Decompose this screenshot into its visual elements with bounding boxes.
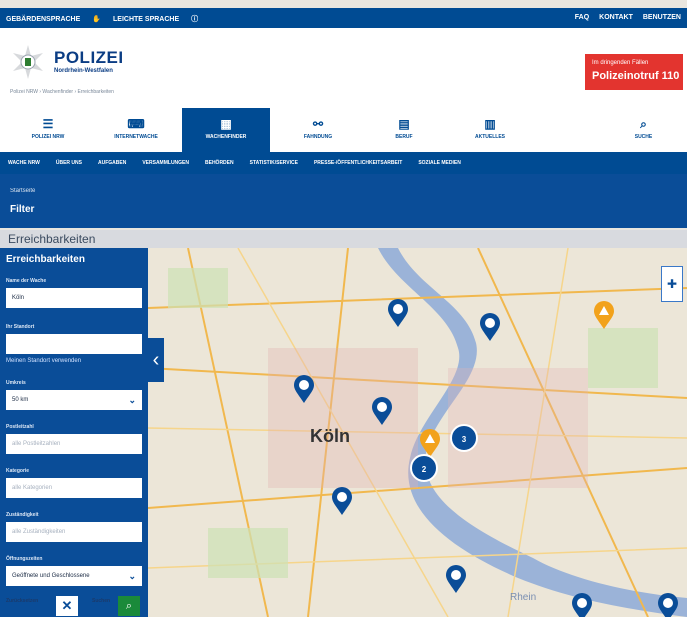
search-label: Suchen bbox=[92, 598, 111, 604]
search-icon: ⌕ bbox=[125, 600, 133, 612]
subnav-item[interactable]: WACHE NRW bbox=[8, 160, 40, 166]
filter-sidebar: Erreichbarkeiten Name der Wache Köln Ihr… bbox=[0, 248, 148, 617]
hours-label: Öffnungszeiten bbox=[6, 556, 43, 562]
marker-cluster[interactable]: 3 bbox=[450, 424, 478, 452]
marker-cluster[interactable]: 2 bbox=[410, 454, 438, 482]
nav-aktuelles[interactable]: ▥ AKTUELLES bbox=[442, 108, 538, 152]
subnav-item[interactable]: VERSAMMLUNGEN bbox=[142, 160, 189, 166]
subnav-item[interactable]: AUFGABEN bbox=[98, 160, 126, 166]
nav-label: INTERNETWACHE bbox=[114, 134, 158, 140]
easy-language-link[interactable]: LEICHTE SPRACHE bbox=[113, 16, 179, 23]
map[interactable]: Köln Rhein 3 2 ✚ bbox=[148, 248, 687, 617]
search-button[interactable]: ⌕ bbox=[118, 596, 140, 616]
building-icon: ▦ bbox=[220, 117, 232, 131]
police-station-marker[interactable] bbox=[370, 396, 394, 426]
police-station-marker[interactable] bbox=[386, 298, 410, 328]
hours-select[interactable]: Geöffnete und Geschlossene ⌄ bbox=[6, 566, 142, 586]
chevron-down-icon: ⌄ bbox=[128, 571, 136, 581]
contact-link[interactable]: KONTAKT bbox=[599, 14, 633, 21]
close-icon: ✕ bbox=[61, 598, 73, 613]
sign-language-link[interactable]: GEBÄRDENSPRACHE bbox=[6, 16, 80, 23]
faq-link[interactable]: FAQ bbox=[575, 14, 589, 21]
cuffs-icon: ⚯ bbox=[312, 117, 324, 131]
usage-link[interactable]: BENUTZEN bbox=[643, 14, 681, 21]
radius-label: Umkreis bbox=[6, 380, 26, 386]
nav-label: SUCHE bbox=[634, 134, 653, 140]
police-station-marker[interactable] bbox=[570, 592, 594, 617]
emergency-box: Im dringenden Fällen Polizeinotruf 110 bbox=[585, 54, 683, 90]
hours-value: Geöffnete und Geschlossene bbox=[12, 573, 90, 579]
nav-label: FAHNDUNG bbox=[303, 134, 333, 140]
use-location-link[interactable]: Meinen Standort verwenden bbox=[6, 358, 81, 364]
site-header: POLIZEI Nordrhein-Westfalen Polizei NRW … bbox=[0, 28, 687, 108]
subnav-item[interactable]: STATISTIK/SERVICE bbox=[250, 160, 298, 166]
subnav-item[interactable]: PRESSE-/ÖFFENTLICHKEITSARBEIT bbox=[314, 160, 402, 166]
info-icon: ⓘ bbox=[191, 16, 199, 23]
responsibility-label: Zuständigkeit bbox=[6, 512, 39, 518]
keyboard-icon: ⌨ bbox=[127, 117, 145, 131]
subnav-item[interactable]: ÜBER UNS bbox=[56, 160, 82, 166]
emergency-line1: Im dringenden Fällen bbox=[592, 60, 649, 66]
name-input[interactable]: Köln bbox=[6, 288, 142, 308]
breadcrumb[interactable]: Polizei NRW › Wachenfinder › Erreichbark… bbox=[10, 89, 114, 95]
map-city-label: Köln bbox=[310, 426, 350, 446]
list-icon: ☰ bbox=[42, 117, 54, 131]
collapse-sidebar-button[interactable]: ‹ bbox=[148, 338, 164, 382]
page-header: Startseite Filter bbox=[0, 174, 687, 228]
responsibility-input[interactable]: alle Zuständigkeiten bbox=[6, 522, 142, 542]
radius-select[interactable]: 50 km ⌄ bbox=[6, 390, 142, 410]
grid-icon: ▤ bbox=[398, 117, 410, 131]
category-input[interactable]: alle Kategorien bbox=[6, 478, 142, 498]
reset-label: Zurücksetzen bbox=[6, 598, 39, 604]
main-navigation: ☰ POLIZEI NRW ⌨ INTERNETWACHE ▦ WACHENFINDE… bbox=[0, 108, 687, 152]
police-station-marker[interactable] bbox=[656, 592, 680, 617]
nav-search[interactable]: ⌕ SUCHE bbox=[600, 108, 687, 152]
nav-label: WACHENFINDER bbox=[205, 134, 247, 140]
top-utility-bar: GEBÄRDENSPRACHE ✋ LEICHTE SPRACHE ⓘ FAQ … bbox=[0, 8, 687, 28]
nav-fahndung[interactable]: ⚯ FAHNDUNG bbox=[270, 108, 366, 152]
nav-polizei-nrw[interactable]: ☰ POLIZEI NRW bbox=[0, 108, 96, 152]
name-label: Name der Wache bbox=[6, 278, 47, 284]
location-label: Ihr Standort bbox=[6, 324, 35, 330]
police-station-marker[interactable] bbox=[444, 564, 468, 594]
brand-state: Nordrhein-Westfalen bbox=[54, 68, 113, 74]
subnav-item[interactable]: SOZIALE MEDIEN bbox=[418, 160, 461, 166]
police-station-marker[interactable] bbox=[478, 312, 502, 342]
warning-station-marker[interactable] bbox=[592, 300, 616, 330]
sub-navigation: WACHE NRW ÜBER UNS AUFGABEN VERSAMMLUNGE… bbox=[0, 152, 687, 174]
nav-label: BERUF bbox=[395, 134, 413, 140]
page-title: Filter bbox=[10, 204, 35, 215]
brand: POLIZEI Nordrhein-Westfalen bbox=[54, 48, 124, 74]
nav-beruf[interactable]: ▤ BERUF bbox=[356, 108, 452, 152]
postal-input[interactable]: alle Postleitzahlen bbox=[6, 434, 142, 454]
chevron-down-icon: ⌄ bbox=[128, 395, 136, 405]
section-title: Erreichbarkeiten bbox=[0, 230, 687, 248]
sidebar-title: Erreichbarkeiten bbox=[6, 254, 85, 265]
emergency-line2: Polizeinotruf 110 bbox=[592, 70, 680, 82]
hand-icon: ✋ bbox=[92, 16, 102, 23]
radius-value: 50 km bbox=[12, 397, 29, 403]
nav-wachenfinder[interactable]: ▦ WACHENFINDER bbox=[182, 108, 270, 152]
search-icon: ⌕ bbox=[640, 117, 647, 131]
subnav-item[interactable]: BEHÖRDEN bbox=[205, 160, 234, 166]
police-station-marker[interactable] bbox=[292, 374, 316, 404]
map-river-label: Rhein bbox=[510, 592, 537, 603]
category-label: Kategorie bbox=[6, 468, 30, 474]
map-layer-icon[interactable]: ✚ bbox=[661, 266, 683, 302]
news-icon: ▥ bbox=[484, 117, 496, 131]
location-input[interactable] bbox=[6, 334, 142, 354]
nav-internetwache[interactable]: ⌨ INTERNETWACHE bbox=[88, 108, 184, 152]
page-breadcrumb[interactable]: Startseite bbox=[10, 188, 35, 194]
postal-label: Postleitzahl bbox=[6, 424, 34, 430]
police-station-marker[interactable] bbox=[330, 486, 354, 516]
police-star-logo[interactable] bbox=[10, 44, 46, 80]
reset-button[interactable]: ✕ bbox=[56, 596, 78, 616]
nav-label: AKTUELLES bbox=[475, 134, 505, 140]
nav-label: POLIZEI NRW bbox=[31, 134, 65, 140]
brand-name: POLIZEI bbox=[54, 48, 124, 67]
